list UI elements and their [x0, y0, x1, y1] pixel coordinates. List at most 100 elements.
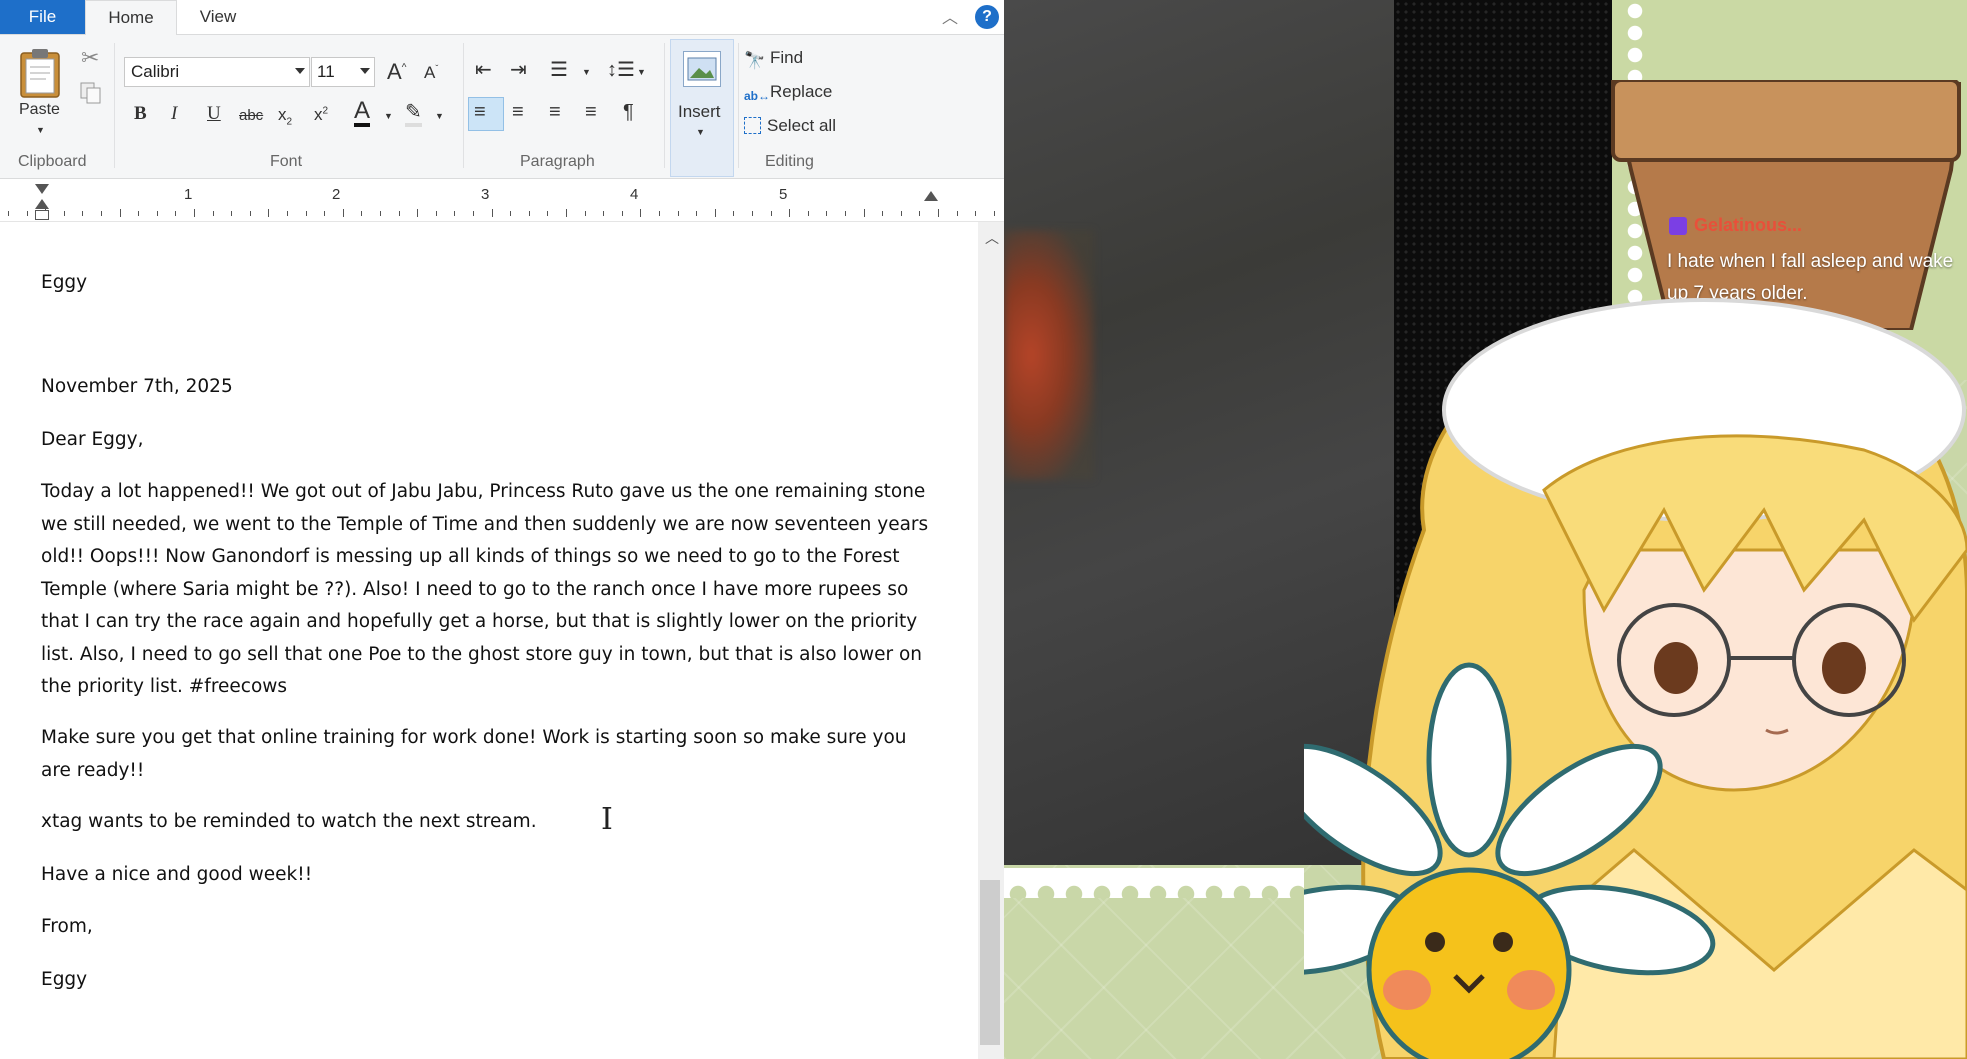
doc-paragraph-2: Make sure you get that online training f… [41, 727, 907, 781]
font-group-label: Font [270, 153, 303, 170]
font-size-select[interactable]: 11 [311, 57, 375, 87]
chat-username: Gelatinous... [1694, 215, 1803, 235]
select-all-label: Select all [767, 116, 836, 135]
decrease-indent-icon[interactable]: ⇤ [475, 57, 492, 82]
bullet-list-dropdown-icon[interactable]: ▼ [582, 67, 591, 77]
scallop-border-bottom [1004, 868, 1304, 898]
ruler-tick [324, 211, 326, 216]
ribbon-tab-bar: File Home View ︿ ? [0, 0, 1004, 36]
align-center-icon[interactable]: ≡ [512, 101, 524, 124]
font-color-dropdown-icon[interactable]: ▼ [384, 111, 393, 121]
replace-icon: ab↔ [744, 89, 771, 103]
chevron-down-icon [295, 68, 305, 74]
doc-closing: From, [41, 916, 93, 937]
font-family-select[interactable]: Calibri [124, 57, 310, 87]
tab-file[interactable]: File [0, 0, 85, 34]
justify-icon[interactable]: ≡ [585, 101, 597, 124]
replace-label: Replace [770, 82, 833, 101]
ruler-tick [287, 211, 288, 216]
superscript-icon[interactable]: x2 [314, 105, 328, 125]
ruler-tick [547, 211, 549, 216]
insert-dropdown-icon: ▼ [696, 127, 705, 137]
ruler-tick [621, 211, 623, 216]
help-icon[interactable]: ? [975, 5, 999, 29]
ruler-tick [8, 211, 9, 216]
ruler-tick [268, 209, 270, 217]
paragraph-settings-icon[interactable]: ¶ [623, 101, 634, 124]
ruler-tick [231, 211, 233, 216]
ruler-tick [993, 211, 995, 216]
ruler-tick [175, 211, 177, 216]
insert-picture-icon [683, 51, 721, 87]
ruler-tick [807, 211, 809, 216]
ruler-tick [603, 211, 605, 216]
ruler[interactable]: 1 2 3 4 5 [0, 179, 1004, 222]
ruler-tick [454, 211, 456, 216]
right-indent-marker[interactable] [924, 191, 938, 201]
tab-view[interactable]: View [176, 0, 260, 34]
clipboard-group-label: Clipboard [18, 153, 87, 170]
doc-date: November 7th, 2025 [41, 376, 233, 397]
select-all-button[interactable]: Select all [744, 116, 836, 136]
ruler-tick [101, 211, 102, 216]
scrollbar-thumb[interactable] [980, 880, 1000, 1045]
find-button[interactable]: 🔭 Find [744, 48, 803, 70]
wordpad-window: File Home View ︿ ? Paste ▼ ✂ Clipboard C… [0, 0, 1004, 1059]
italic-icon[interactable]: I [171, 103, 177, 125]
game-logo-blur [1004, 230, 1094, 480]
ruler-tick [882, 211, 884, 216]
ruler-mark-5: 5 [779, 186, 788, 203]
doc-paragraph-1: Today a lot happened!! We got out of Jab… [41, 481, 929, 697]
increase-indent-icon[interactable]: ⇥ [510, 57, 527, 82]
paste-button[interactable]: Paste [19, 101, 60, 119]
bullet-list-icon[interactable]: ☰ [550, 57, 568, 82]
paste-dropdown-icon[interactable]: ▼ [36, 125, 45, 135]
scroll-up-icon[interactable]: ︿ [985, 228, 999, 248]
ruler-mark-2: 2 [332, 186, 341, 203]
vtuber-avatar [1304, 298, 1967, 1059]
left-indent-marker[interactable] [35, 210, 49, 220]
separator [664, 43, 665, 168]
doc-heading-name: Eggy [41, 272, 88, 293]
font-family-value: Calibri [131, 62, 180, 81]
grow-font-icon[interactable]: A^ [387, 59, 406, 85]
copy-icon[interactable] [79, 81, 103, 105]
subscript-icon[interactable]: x2 [278, 105, 292, 127]
line-spacing-icon[interactable]: ↕☰ [607, 57, 635, 82]
ruler-tick [380, 211, 381, 216]
tab-home[interactable]: Home [85, 0, 177, 36]
binoculars-icon: 🔭 [744, 51, 766, 70]
ruler-tick [826, 211, 828, 216]
align-right-icon[interactable]: ≡ [549, 101, 561, 124]
editing-group-label: Editing [765, 153, 814, 170]
ruler-tick [919, 211, 921, 216]
ruler-tick [417, 209, 419, 217]
ruler-tick [975, 211, 977, 216]
insert-label: Insert [678, 102, 721, 121]
ruler-tick [938, 209, 939, 217]
line-spacing-dropdown-icon[interactable]: ▼ [637, 67, 646, 77]
ruler-tick [510, 211, 512, 216]
paste-icon[interactable] [18, 47, 62, 99]
ruler-tick [63, 211, 65, 216]
shrink-font-icon[interactable]: Aˇ [424, 63, 438, 83]
separator [114, 43, 115, 168]
underline-icon[interactable]: U [207, 103, 221, 125]
replace-button[interactable]: ab↔Replace [744, 82, 832, 107]
minimize-ribbon-icon[interactable]: ︿ [942, 4, 958, 28]
ruler-tick [770, 211, 772, 216]
ruler-tick [677, 211, 679, 216]
font-color-icon[interactable]: A [354, 99, 371, 127]
highlight-icon[interactable]: ✎ [405, 101, 422, 127]
ribbon-home: Paste ▼ ✂ Clipboard Calibri 11 A^ Aˇ B I… [0, 35, 1004, 179]
doc-paragraph-4: Have a nice and good week!! [41, 864, 313, 885]
document-area[interactable]: Eggy November 7th, 2025 Dear Eggy, Today… [0, 222, 978, 1059]
strikethrough-icon[interactable]: abc [239, 107, 263, 124]
first-line-indent-marker[interactable] [35, 184, 49, 194]
highlight-dropdown-icon[interactable]: ▼ [435, 111, 444, 121]
bold-icon[interactable]: B [134, 103, 147, 125]
ruler-tick [714, 209, 716, 217]
cut-icon[interactable]: ✂ [81, 45, 99, 71]
hanging-indent-marker[interactable] [35, 199, 49, 209]
ruler-tick [398, 211, 400, 216]
